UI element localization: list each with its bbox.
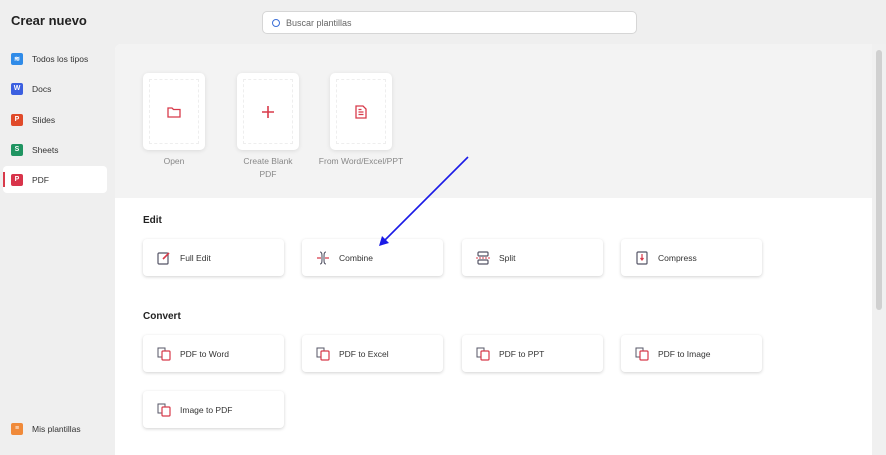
create-blank-card[interactable] — [237, 73, 299, 150]
button-label: Compress — [658, 252, 697, 263]
sidebar-item-sheets[interactable]: S Sheets — [3, 136, 107, 163]
pdf-to-image-icon — [635, 347, 649, 361]
pdf-to-image-button[interactable]: PDF to Image — [621, 335, 762, 372]
button-label: PDF to Word — [180, 348, 229, 359]
sidebar-item-all-types[interactable]: ≋ Todos los tipos — [3, 45, 107, 72]
sidebar-item-label: Slides — [32, 114, 56, 125]
pdf-icon: P — [11, 173, 23, 186]
pdf-to-excel-button[interactable]: PDF to Excel — [302, 335, 443, 372]
edit-heading: Edit — [143, 215, 162, 226]
button-label: PDF to PPT — [499, 348, 545, 359]
search-input[interactable]: Buscar plantillas — [262, 11, 637, 34]
button-label: Combine — [339, 252, 374, 263]
open-card[interactable] — [143, 73, 205, 150]
docs-icon: W — [11, 82, 23, 95]
slides-icon: P — [11, 113, 23, 126]
button-label: Split — [499, 252, 516, 263]
page-title: Crear nuevo — [11, 13, 87, 28]
pdf-to-ppt-icon — [476, 347, 490, 361]
from-office-card[interactable] — [330, 73, 392, 150]
button-label: PDF to Excel — [339, 348, 389, 359]
sidebar-item-label: Sheets — [32, 144, 59, 155]
pdf-to-word-icon — [157, 347, 171, 361]
button-label: Image to PDF — [180, 404, 233, 415]
sidebar-item-docs[interactable]: W Docs — [3, 75, 107, 102]
combine-icon — [316, 250, 330, 265]
from-office-label: From Word/Excel/PPT — [318, 156, 404, 166]
main-panel: Open Create Blank PDF From Word/Excel/PP… — [115, 44, 872, 455]
button-label: Full Edit — [180, 252, 211, 263]
full-edit-button[interactable]: Full Edit — [143, 239, 284, 276]
button-label: PDF to Image — [658, 348, 711, 359]
sidebar-item-label: Mis plantillas — [32, 423, 81, 434]
sidebar-item-my-templates[interactable]: ≡ Mis plantillas — [3, 415, 107, 442]
convert-heading: Convert — [143, 311, 181, 322]
combine-button[interactable]: Combine — [302, 239, 443, 276]
sidebar-item-label: Todos los tipos — [32, 53, 89, 64]
search-icon — [272, 18, 280, 27]
sidebar-item-pdf[interactable]: P PDF — [3, 166, 107, 193]
compress-button[interactable]: Compress — [621, 239, 762, 276]
sidebar-item-label: Docs — [32, 83, 52, 94]
create-blank-label: Create Blank PDF — [243, 156, 293, 179]
compress-icon — [635, 250, 649, 265]
open-label: Open — [163, 156, 185, 166]
pdf-to-excel-icon — [316, 347, 330, 361]
sheets-icon: S — [11, 143, 23, 156]
scrollbar[interactable] — [872, 44, 886, 455]
sidebar-item-slides[interactable]: P Slides — [3, 106, 107, 133]
pdf-to-word-button[interactable]: PDF to Word — [143, 335, 284, 372]
pdf-to-ppt-button[interactable]: PDF to PPT — [462, 335, 603, 372]
edit-icon — [157, 251, 171, 265]
templates-icon: ≡ — [11, 422, 23, 435]
quick-actions: Open Create Blank PDF From Word/Excel/PP… — [115, 44, 872, 198]
scrollbar-thumb[interactable] — [876, 50, 882, 310]
split-button[interactable]: Split — [462, 239, 603, 276]
search-placeholder: Buscar plantillas — [286, 17, 352, 28]
sidebar-item-label: PDF — [32, 174, 49, 185]
layers-icon: ≋ — [11, 52, 23, 65]
image-to-pdf-button[interactable]: Image to PDF — [143, 391, 284, 428]
image-to-pdf-icon — [157, 403, 171, 417]
split-icon — [476, 250, 490, 265]
